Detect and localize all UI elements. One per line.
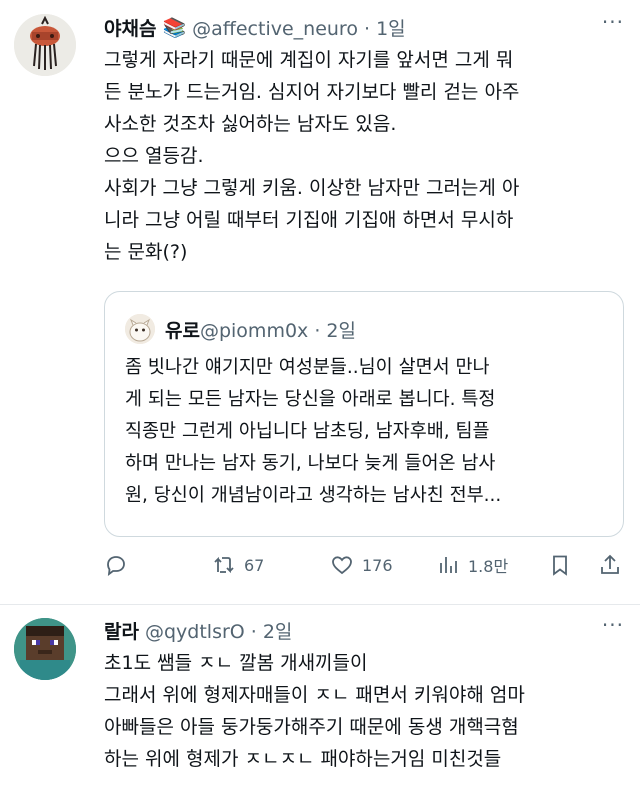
tweet-line: 아빠들은 아들 둥가둥가해주기 때문에 동생 개핵극혐: [104, 716, 519, 738]
tweet-header: 랄라 @qydtlsrO · 2일: [104, 615, 292, 645]
tweet-text: 그렇게 자라기 때문에 계집이 자기를 앞서면 그게 뭐 든 분노가 드는거임.…: [104, 44, 624, 268]
share-button[interactable]: [598, 548, 622, 582]
action-bar: 67 176 1.8만: [104, 548, 624, 582]
tweet-line: 든 분노가 드는거임. 심지어 자기보다 빨리 걷는 아주: [104, 81, 520, 103]
author-name[interactable]: 야채슴: [104, 14, 156, 41]
retweet-button[interactable]: 67: [212, 548, 264, 582]
tweet-line: 으으 열등감.: [104, 145, 204, 167]
reply-icon: [107, 556, 125, 576]
views-button[interactable]: 1.8만: [436, 548, 508, 582]
like-button[interactable]: 176: [330, 548, 393, 582]
tweet[interactable]: 랄라 @qydtlsrO · 2일 ··· 초1도 쌤들 ㅈㄴ 깔봄 개새끼들이…: [0, 605, 640, 790]
quote-handle-time: @piomm0x · 2일: [199, 319, 356, 342]
heart-icon: [332, 556, 352, 575]
quote-line: 직종만 그런게 아닙니다 남초딩, 남자후배, 팀플: [125, 421, 490, 442]
bookmark-button[interactable]: [548, 548, 572, 582]
quote-text: 좀 빗나간 얘기지만 여성분들..님이 살면서 만나 게 되는 모든 남자는 당…: [125, 352, 615, 512]
quote-author-name: 유로: [165, 319, 200, 342]
tweet-line: 사소한 것조차 싫어하는 남자도 있음.: [104, 113, 397, 135]
share-icon: [601, 554, 619, 574]
quote-line: 게 되는 모든 남자는 당신을 아래로 봅니다. 특정: [125, 389, 496, 410]
author-handle-time[interactable]: @qydtlsrO · 2일: [145, 617, 292, 644]
retweet-count: 67: [244, 555, 265, 575]
reply-button[interactable]: [104, 548, 128, 582]
bookmark-icon: [553, 555, 567, 576]
avatar[interactable]: [14, 14, 76, 76]
tweet-line: 그렇게 자라기 때문에 계집이 자기를 앞서면 그게 뭐: [104, 49, 514, 71]
tweet[interactable]: 야채슴 📚 @affective_neuro · 1일 ··· 그렇게 자라기 …: [0, 0, 640, 605]
tweet-line: 초1도 쌤들 ㅈㄴ 깔봄 개새끼들이: [104, 652, 368, 674]
more-options-icon[interactable]: ···: [602, 10, 624, 34]
like-count: 176: [362, 555, 393, 575]
retweet-icon: [214, 556, 234, 574]
quote-line: 좀 빗나간 얘기지만 여성분들..님이 살면서 만나: [125, 357, 490, 378]
quote-line: 하며 만나는 남자 동기, 나보다 늦게 들어온 남사: [125, 453, 496, 474]
books-emoji-icon: 📚: [162, 16, 187, 39]
avatar[interactable]: [14, 618, 76, 680]
quote-line: 원, 당신이 개념남이라고 생각하는 남사친 전부...: [125, 485, 502, 506]
tweet-line: 그래서 위에 형제자매들이 ㅈㄴ 패면서 키워야해 엄마: [104, 684, 525, 706]
tweet-line: 하는 위에 형제가 ㅈㄴㅈㄴ 패야하는거임 미친것들: [104, 748, 502, 770]
tweet-text: 초1도 쌤들 ㅈㄴ 깔봄 개새끼들이 그래서 위에 형제자매들이 ㅈㄴ 패면서 …: [104, 647, 624, 775]
tweet-line: 니라 그냥 어릴 때부터 기집애 기집애 하면서 무시하: [104, 209, 514, 231]
tweet-line: 는 문화(?): [104, 241, 188, 263]
author-handle-time[interactable]: @affective_neuro · 1일: [192, 14, 406, 41]
views-count: 1.8만: [468, 557, 509, 576]
tweet-line: 사회가 그냥 그렇게 키움. 이상한 남자만 그러는게 아: [104, 177, 520, 199]
more-options-icon[interactable]: ···: [602, 613, 624, 637]
author-name[interactable]: 랄라: [104, 617, 139, 644]
views-chart-icon: [440, 557, 457, 573]
quote-avatar: [125, 314, 155, 344]
tweet-header: 야채슴 📚 @affective_neuro · 1일: [104, 12, 406, 42]
quoted-tweet[interactable]: 유로 @piomm0x · 2일 좀 빗나간 얘기지만 여성분들..님이 살면서…: [104, 291, 624, 537]
quote-header: 유로 @piomm0x · 2일: [165, 314, 356, 344]
